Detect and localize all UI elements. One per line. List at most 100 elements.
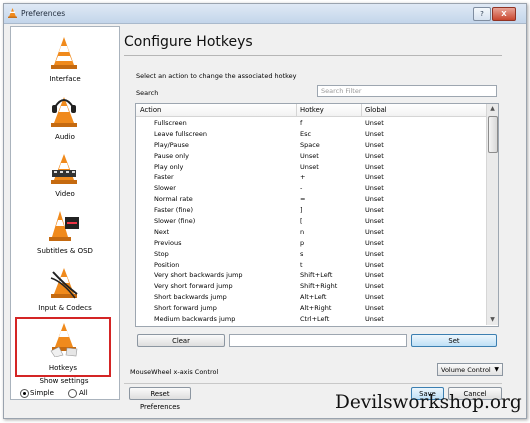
cell-hotkey: Ctrl+Left <box>300 315 330 324</box>
search-input[interactable]: Search Filter <box>317 85 497 97</box>
instruction-text: Select an action to change the associate… <box>136 72 297 80</box>
cell-global: Unset <box>365 129 384 138</box>
cell-action: Slower (fine) <box>154 217 196 226</box>
sidebar-item-hotkeys[interactable]: Hotkeys <box>15 317 111 377</box>
column-header-hotkey[interactable]: Hotkey <box>300 106 324 114</box>
cell-global: Unset <box>365 119 384 127</box>
cell-hotkey: s <box>300 249 304 258</box>
cell-global: Unset <box>365 293 384 302</box>
cell-action: Play/Pause <box>154 140 189 149</box>
sidebar-item-label: Interface <box>49 75 81 83</box>
cell-hotkey: Esc <box>300 129 312 138</box>
search-label: Search <box>136 89 159 97</box>
close-button[interactable]: X <box>492 7 516 21</box>
vlc-cone-icon <box>8 8 17 18</box>
cell-hotkey: ] <box>300 206 303 215</box>
cell-action: Position <box>154 260 180 269</box>
preferences-window: Preferences ? X Interface Audio Video Su… <box>3 3 527 419</box>
sidebar-item-label: Input & Codecs <box>38 304 92 312</box>
cell-hotkey: Shift+Right <box>300 282 338 291</box>
window-title: Preferences <box>21 9 66 18</box>
table-row[interactable]: Faster (fine)] Unset <box>136 205 486 216</box>
headphones-cone-icon <box>51 97 77 127</box>
column-header-action[interactable]: Action <box>140 106 161 114</box>
cell-action: Previous <box>154 238 182 247</box>
category-sidebar: Interface Audio Video Subtitles & OSD In… <box>10 26 120 400</box>
cell-hotkey: n <box>300 227 305 236</box>
table-row[interactable]: Previous p Unset <box>136 238 486 249</box>
set-button[interactable]: Set <box>411 334 497 347</box>
table-row[interactable]: Normal rate = Unset <box>136 194 486 205</box>
table-row[interactable]: Very short backwards jump Shift+Left Unset <box>136 270 486 281</box>
mousewheel-select[interactable]: Volume Control ▼ <box>437 363 503 376</box>
clear-button[interactable]: Clear <box>137 334 225 347</box>
column-header-global[interactable]: Global <box>365 106 387 114</box>
cell-hotkey: [ <box>300 217 303 226</box>
all-radio[interactable] <box>68 389 77 398</box>
cell-hotkey: = <box>300 195 306 204</box>
traffic-cone-icon <box>51 37 77 69</box>
table-row[interactable]: Position t Unset <box>136 260 486 271</box>
table-row[interactable]: Very short forward jump Shift+Right Unset <box>136 281 486 292</box>
table-row[interactable]: Pause only Unset Unset <box>136 151 486 162</box>
cell-action: Short backwards jump <box>154 293 227 302</box>
sidebar-item-input-codecs[interactable]: Input & Codecs <box>11 262 119 318</box>
sidebar-item-label: Video <box>55 190 75 198</box>
cell-hotkey: f <box>300 119 303 127</box>
sidebar-item-label: Hotkeys <box>48 364 78 372</box>
simple-radio[interactable] <box>20 389 29 398</box>
cell-hotkey: Unset <box>300 162 319 171</box>
table-row[interactable]: Leave fullscreen Esc Unset <box>136 129 486 140</box>
cell-global: Unset <box>365 162 384 171</box>
page-title: Configure Hotkeys <box>124 34 253 50</box>
table-row[interactable]: Short forward jump Alt+Right Unset <box>136 303 486 314</box>
help-button[interactable]: ? <box>473 7 491 21</box>
chevron-down-icon: ▼ <box>494 366 499 373</box>
cell-action: Leave fullscreen <box>154 129 208 138</box>
cell-hotkey: p <box>300 238 305 247</box>
table-row[interactable]: Short backwards jump Alt+Left Unset <box>136 292 486 303</box>
cell-hotkey: Unset <box>300 151 319 160</box>
cell-action: Fullscreen <box>154 119 187 127</box>
scroll-up-icon[interactable]: ▲ <box>487 104 498 114</box>
table-row[interactable]: Play only Unset Unset <box>136 162 486 173</box>
cable-cone-icon <box>50 268 78 299</box>
footer-divider <box>124 383 502 384</box>
cell-global: Unset <box>365 227 384 236</box>
table-row[interactable]: Faster + Unset <box>136 172 486 183</box>
show-settings: Show settings Simple All <box>10 377 118 398</box>
sidebar-item-subtitles-osd[interactable]: Subtitles & OSD <box>11 205 119 261</box>
scrollbar-thumb[interactable] <box>488 116 498 153</box>
cell-action: Next <box>154 227 170 236</box>
sidebar-item-audio[interactable]: Audio <box>11 91 119 147</box>
cell-global: Unset <box>365 151 384 160</box>
table-row[interactable]: Stop s Unset <box>136 249 486 260</box>
cell-global: Unset <box>365 249 384 258</box>
cell-hotkey: - <box>300 184 303 193</box>
film-cone-icon <box>51 154 77 184</box>
table-row[interactable]: Slower - Unset <box>136 183 486 194</box>
show-settings-label: Show settings <box>39 377 89 385</box>
table-row[interactable]: Medium backwards jump Ctrl+Left Unset <box>136 314 486 325</box>
cell-hotkey: Space <box>300 140 320 149</box>
mousewheel-select-value: Volume Control <box>441 366 491 374</box>
table-scrollbar[interactable]: ▲ ▼ <box>486 104 498 325</box>
cell-global: Unset <box>365 173 384 182</box>
cell-global: Unset <box>365 282 384 291</box>
cell-global: Unset <box>365 271 384 280</box>
cell-action: Medium backwards jump <box>154 315 236 324</box>
table-row[interactable]: Next n Unset <box>136 227 486 238</box>
scroll-down-icon[interactable]: ▼ <box>487 315 498 325</box>
table-row[interactable]: Play/Pause Space Unset <box>136 140 486 151</box>
cell-global: Unset <box>365 260 384 269</box>
column-divider <box>361 104 362 116</box>
sidebar-item-video[interactable]: Video <box>11 148 119 204</box>
cell-hotkey: Alt+Right <box>300 304 332 313</box>
cell-action: Slower <box>154 184 176 193</box>
table-row[interactable]: Fullscreen f Unset <box>136 118 486 129</box>
table-row[interactable]: Slower (fine) [Unset <box>136 216 486 227</box>
hotkey-field[interactable] <box>229 334 407 347</box>
reset-preferences-button[interactable]: Reset Preferences <box>129 387 191 411</box>
sidebar-item-interface[interactable]: Interface <box>11 33 119 89</box>
cell-action: Stop <box>154 249 169 258</box>
